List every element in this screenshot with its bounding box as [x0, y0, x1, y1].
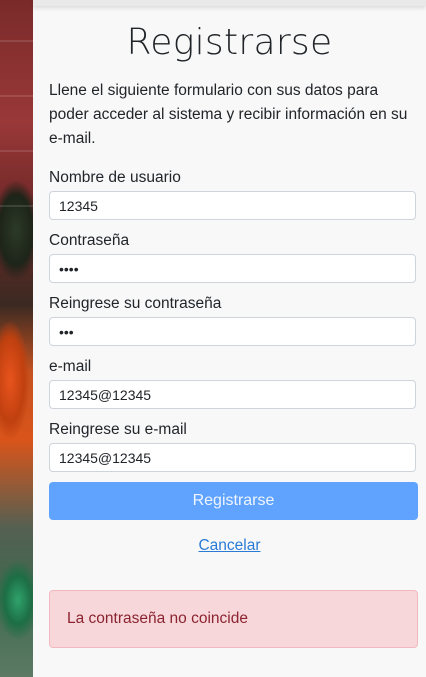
page-title: Registrarse: [126, 22, 333, 63]
background-photo: [0, 0, 33, 677]
error-message: La contraseña no coincide: [67, 610, 248, 627]
email-confirm-label: Reingrese su e-mail: [49, 421, 187, 438]
top-bar: [33, 0, 426, 6]
email-input[interactable]: [49, 380, 416, 409]
email-confirm-input[interactable]: [49, 443, 416, 472]
register-button[interactable]: Registrarse: [49, 482, 418, 520]
username-label: Nombre de usuario: [49, 169, 181, 186]
email-label: e-mail: [49, 358, 92, 375]
intro-text: Llene el siguiente formulario con sus da…: [49, 82, 408, 147]
password-confirm-input[interactable]: [49, 317, 416, 346]
password-confirm-label: Reingrese su contraseña: [49, 295, 222, 312]
error-alert: La contraseña no coincide: [49, 590, 418, 648]
password-input[interactable]: [49, 254, 416, 283]
password-label: Contraseña: [49, 232, 130, 249]
cancel-link[interactable]: Cancelar: [33, 537, 426, 555]
username-input[interactable]: [49, 191, 416, 220]
